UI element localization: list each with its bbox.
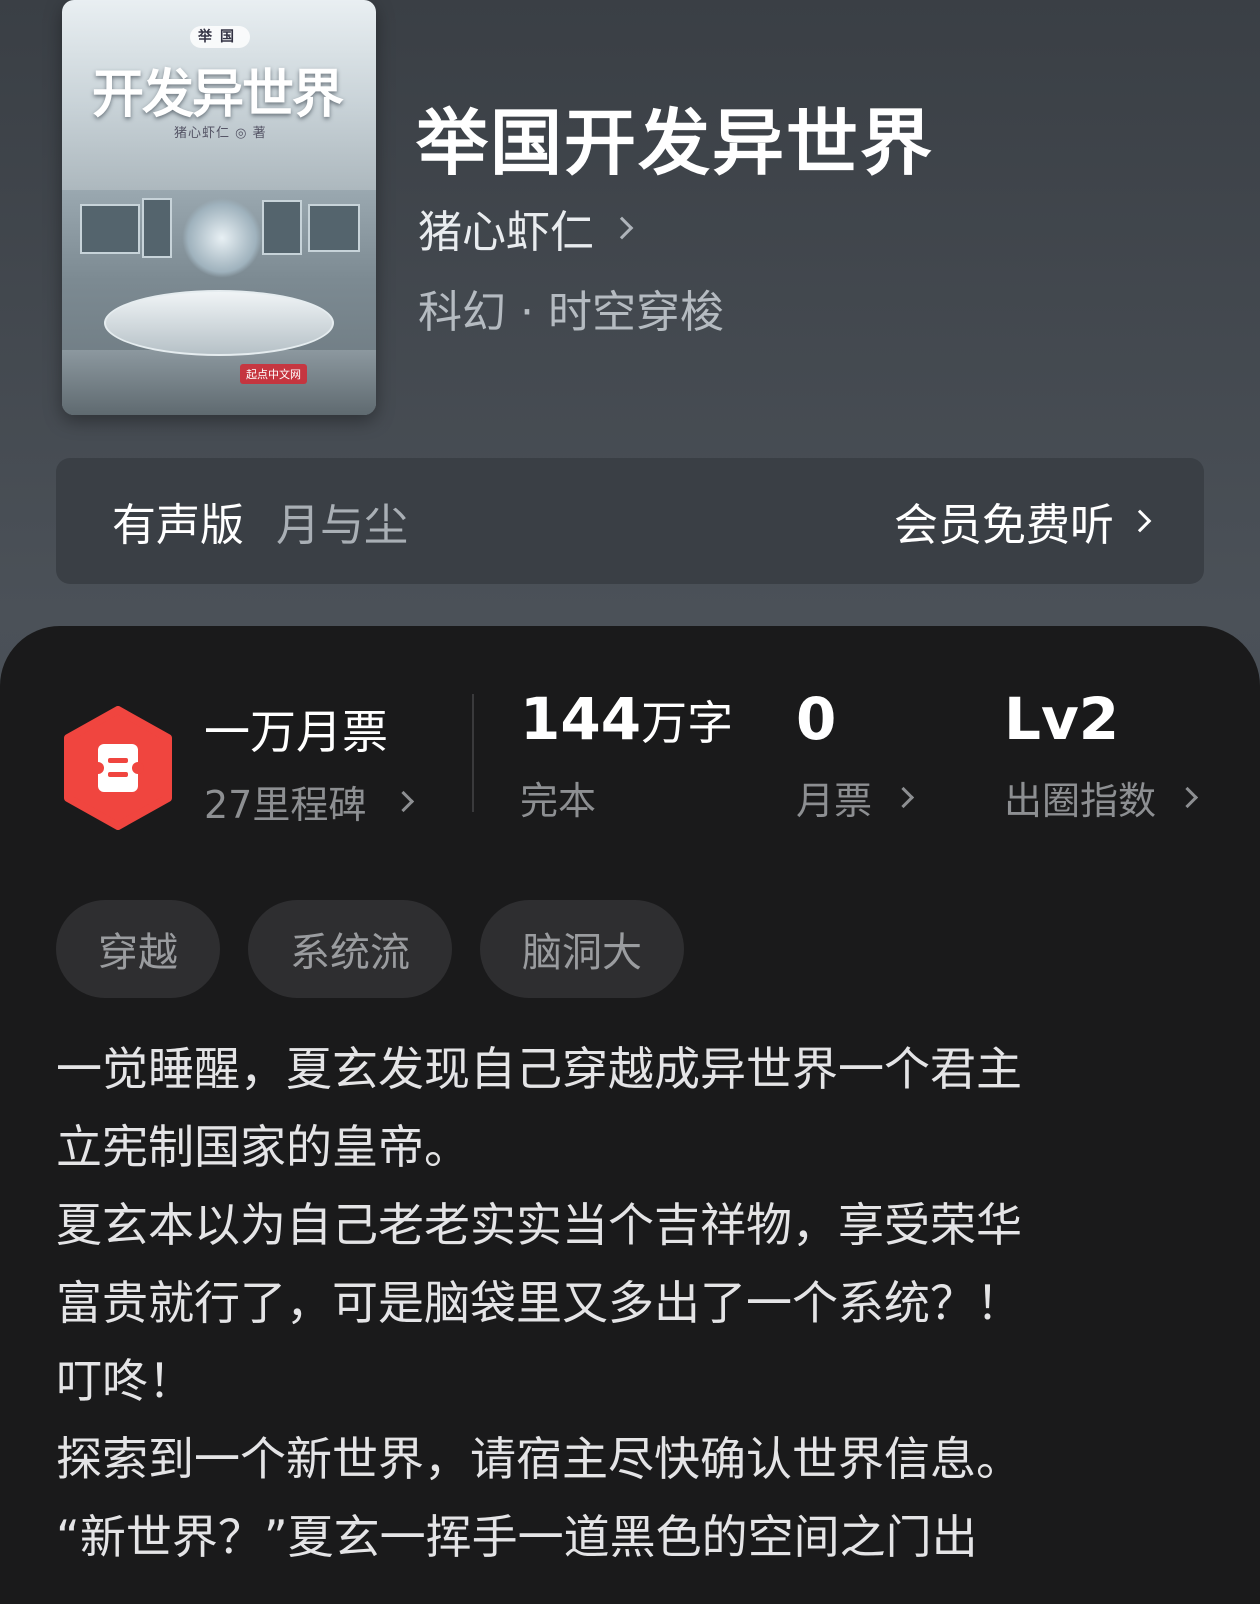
word-count-unit: 万字 [641,696,734,750]
chevron-right-icon [610,216,634,240]
tag-chip[interactable]: 穿越 [56,900,220,998]
word-count-value: 144 [520,685,642,753]
chevron-right-icon [1176,786,1199,808]
book-synopsis[interactable]: 一觉睡醒，夏玄发现自己穿越成异世界一个君主 立宪制国家的皇帝。 夏玄本以为自己老… [56,1030,1206,1576]
cover-author: 猪心虾仁 ◎ 著 [174,126,267,141]
tag-chip[interactable]: 系统流 [248,900,452,998]
monthly-votes-value: 0 [796,685,837,753]
listen-free-button[interactable]: 会员免费听 [894,489,1152,553]
synopsis-paragraph: 探索到一个新世界，请宿主尽快确认世界信息。 [56,1432,1022,1486]
monthly-votes-stat[interactable]: 0 月票 [796,685,915,825]
author-link[interactable]: 猪心虾仁 [418,196,634,260]
popularity-index-value: Lv2 [1004,685,1120,753]
milestone-title: 一万月票 [204,705,388,759]
author-name: 猪心虾仁 [418,207,594,258]
chevron-right-icon [393,790,415,813]
popularity-index-label: 出圈指数 [1004,778,1157,823]
stat-divider [472,694,474,812]
synopsis-paragraph: 夏玄本以为自己老老实实当个吉祥物，享受荣华 富贵就行了，可是脑袋里又多出了一个系… [56,1198,1022,1330]
book-cover[interactable]: 举国 开发异世界 猪心虾仁 ◎ 著 起点中文网 [62,0,376,415]
cover-tag: 举国 [190,26,250,48]
synopsis-paragraph: 一觉睡醒，夏玄发现自己穿越成异世界一个君主 立宪制国家的皇帝。 [56,1042,1022,1174]
cover-floor [62,350,376,415]
cover-title: 开发异世界 [92,64,344,125]
monthly-ticket-milestone[interactable]: 一万月票 27里程碑 [204,696,415,829]
globe-graphic [182,198,262,278]
audio-edition-label: 有声版 [112,500,244,551]
tag-list: 穿越 系统流 脑洞大 [56,900,684,998]
synopsis-paragraph: “新世界？”夏玄一挥手一道黑色的空间之门出 [56,1510,978,1564]
audio-reader-name: 月与尘 [276,500,408,551]
monthly-ticket-icon [64,706,172,830]
completion-status: 完本 [520,778,597,823]
chevron-right-icon [892,786,915,808]
cover-publisher-logo: 起点中文网 [240,364,307,384]
popularity-index-stat[interactable]: Lv2 出圈指数 [1004,685,1199,825]
word-count-stat: 144万字 完本 [520,685,734,825]
chevron-right-icon [1128,509,1152,533]
milestone-count: 27里程碑 [204,783,367,827]
audio-edition-bar[interactable]: 有声版 月与尘 会员免费听 [56,458,1204,584]
book-detail-panel: 一万月票 27里程碑 144万字 完本 0 月票 Lv2 出圈指数 穿越 系统流… [0,626,1260,1604]
monthly-votes-label: 月票 [796,778,873,823]
book-genre: 科幻 · 时空穿梭 [418,287,724,338]
tag-chip[interactable]: 脑洞大 [480,900,684,998]
listen-free-label: 会员免费听 [894,500,1114,551]
book-title: 举国开发异世界 [416,100,935,185]
synopsis-paragraph: 叮咚！ [56,1354,194,1408]
conference-table-graphic [104,290,334,356]
